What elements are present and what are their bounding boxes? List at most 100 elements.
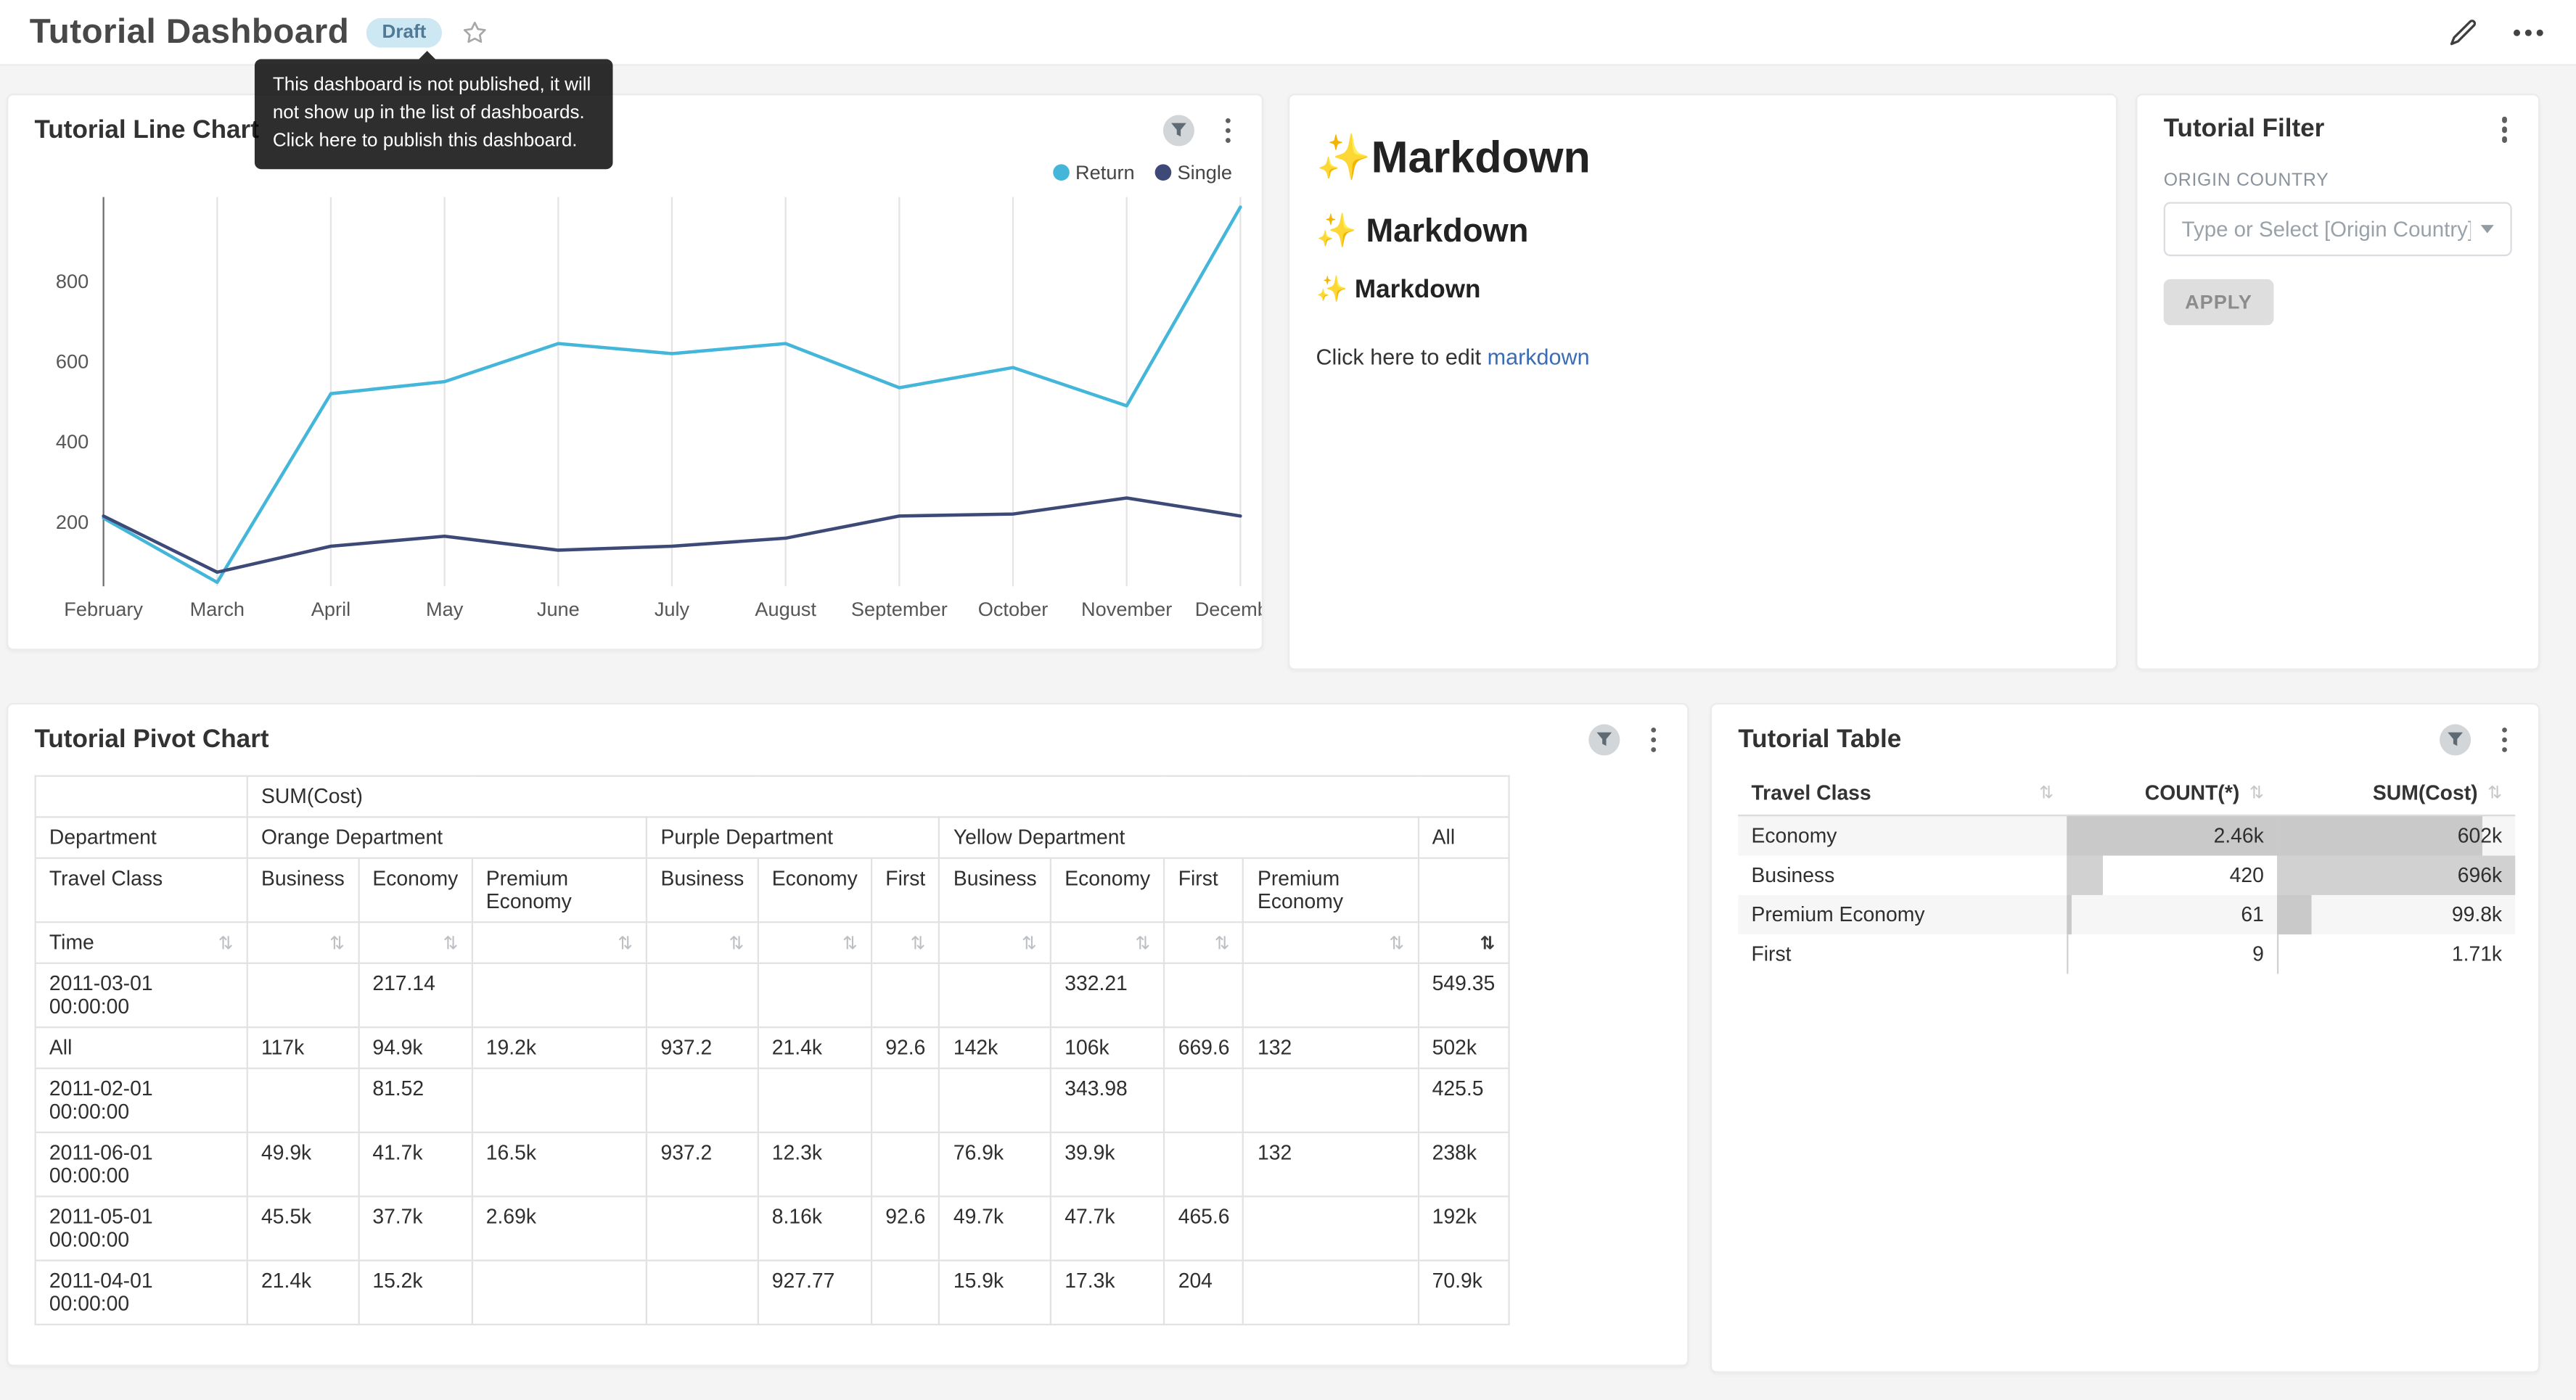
sort-icon[interactable]: ⇅ (1215, 934, 1230, 954)
kebab-menu-icon[interactable] (2501, 737, 2507, 743)
markdown-card[interactable]: ✨Markdown ✨ Markdown ✨ Markdown Click he… (1288, 94, 2117, 670)
sort-icon[interactable]: ⇅ (329, 934, 345, 954)
pivot-value-cell: 41.7k (358, 1132, 472, 1196)
sum-cell: 1.71k (2277, 934, 2515, 973)
favorite-star-icon[interactable] (462, 19, 488, 45)
pivot-value-cell (871, 1261, 940, 1325)
pivot-value-cell (647, 1261, 758, 1325)
pivot-class-label: Travel Class (36, 858, 247, 922)
table-row: Economy2.46k602k (1738, 815, 2515, 855)
pivot-value-cell: 39.9k (1051, 1132, 1164, 1196)
pivot-table: SUM(Cost)DepartmentOrange DepartmentPurp… (35, 775, 1510, 1325)
sort-icon[interactable]: ⇅ (2249, 783, 2264, 803)
pivot-value-cell (472, 1068, 647, 1132)
pivot-class-header: First (871, 858, 940, 922)
publish-tooltip: This dashboard is not published, it will… (255, 59, 613, 170)
pivot-value-cell (247, 1068, 358, 1132)
markdown-heading-3: ✨ Markdown (1316, 274, 2089, 305)
sort-icon[interactable]: ⇅ (618, 934, 633, 954)
pivot-value-cell (647, 963, 758, 1027)
pivot-value-cell: 204 (1164, 1261, 1243, 1325)
line-chart-svg: 200400600800FebruaryMarchAprilMayJuneJul… (8, 187, 1263, 634)
pivot-sort-cell: ⇅ (871, 922, 940, 963)
pivot-value-cell (940, 963, 1051, 1027)
sort-icon[interactable]: ⇅ (729, 934, 744, 954)
sort-icon[interactable]: ⇅ (911, 934, 926, 954)
pivot-value-cell: 142k (940, 1027, 1051, 1068)
travel-class-cell: Business (1738, 856, 2067, 895)
pivot-value-cell: 549.35 (1418, 963, 1509, 1027)
pivot-sort-cell: ⇅ (1164, 922, 1243, 963)
sort-icon[interactable]: ⇅ (1480, 934, 1495, 954)
svg-text:800: 800 (56, 270, 89, 292)
pivot-chart-card: Tutorial Pivot Chart SUM(Cost)Department… (7, 703, 1689, 1367)
sort-icon[interactable]: ⇅ (2039, 783, 2054, 803)
pivot-class-header: Business (247, 858, 358, 922)
pivot-value-cell: 92.6 (871, 1027, 940, 1068)
draft-status-badge[interactable]: Draft (366, 17, 443, 47)
markdown-edit-link[interactable]: markdown (1488, 345, 1590, 369)
column-header-sum[interactable]: SUM(Cost)⇅ (2277, 772, 2515, 815)
origin-country-select[interactable]: Type or Select [Origin Country] (2164, 202, 2512, 256)
result-table-head-row: Travel Class⇅ COUNT(*) ⇅ SUM(Cost)⇅ (1738, 772, 2515, 815)
sort-icon[interactable]: ⇅ (2487, 783, 2502, 803)
pivot-class-header: Economy (358, 858, 472, 922)
travel-class-cell: Economy (1738, 815, 2067, 855)
markdown-paragraph: Click here to edit markdown (1316, 345, 2089, 369)
svg-text:600: 600 (56, 350, 89, 373)
sort-icon[interactable]: ⇅ (218, 932, 234, 953)
filter-indicator-icon[interactable] (2439, 724, 2470, 755)
sort-icon[interactable]: ⇅ (1389, 934, 1404, 954)
pivot-class-header: Economy (1051, 858, 1164, 922)
pivot-value-cell: 217.14 (358, 963, 472, 1027)
sort-icon[interactable]: ⇅ (1022, 934, 1037, 954)
pivot-row-header: 2011-06-01 00:00:00 (36, 1132, 247, 1196)
pivot-value-cell: 70.9k (1418, 1261, 1509, 1325)
svg-text:September: September (851, 598, 948, 620)
pivot-value-cell: 94.9k (358, 1027, 472, 1068)
pivot-value-cell: 47.7k (1051, 1196, 1164, 1260)
apply-button[interactable]: APPLY (2164, 279, 2273, 325)
pivot-class-header: Business (647, 858, 758, 922)
markdown-paragraph-text: Click here to edit (1316, 345, 1487, 369)
column-header-travel-class[interactable]: Travel Class⇅ (1738, 772, 2067, 815)
column-header-count[interactable]: COUNT(*) ⇅ (2067, 772, 2277, 815)
markdown-heading-2: ✨ Markdown (1316, 210, 2089, 252)
legend-item-single[interactable]: Single (1154, 161, 1232, 184)
pivot-row-header: All (36, 1027, 247, 1068)
kebab-menu-icon[interactable] (2501, 127, 2507, 133)
kebab-menu-icon[interactable] (1650, 737, 1656, 743)
line-chart-card: Tutorial Line Chart ReturnSingle 2004006… (7, 94, 1263, 651)
pivot-value-cell (1164, 1068, 1243, 1132)
travel-class-cell: Premium Economy (1738, 895, 2067, 934)
sort-icon[interactable]: ⇅ (443, 934, 458, 954)
table-card-header: Tutorial Table (1712, 704, 2538, 762)
filter-indicator-icon[interactable] (1162, 115, 1194, 146)
kebab-menu-icon[interactable] (1225, 128, 1231, 133)
table-card-actions (2439, 724, 2515, 755)
pivot-value-cell: 425.5 (1418, 1068, 1509, 1132)
filter-card-body: ORIGIN COUNTRY Type or Select [Origin Co… (2138, 151, 2538, 338)
filter-card-title: Tutorial Filter (2164, 115, 2325, 144)
pivot-row-header: 2011-03-01 00:00:00 (36, 963, 247, 1027)
sort-icon[interactable]: ⇅ (842, 934, 858, 954)
more-menu-icon[interactable] (2525, 29, 2532, 36)
filter-card-actions (2493, 117, 2516, 142)
pivot-value-cell: 937.2 (647, 1027, 758, 1068)
edit-pencil-icon[interactable] (2448, 17, 2477, 47)
svg-text:April: April (311, 598, 350, 620)
table-row: Premium Economy6199.8k (1738, 895, 2515, 934)
column-label: COUNT(*) (2145, 782, 2240, 805)
pivot-value-cell: 21.4k (758, 1027, 871, 1068)
pivot-row-header: 2011-05-01 00:00:00 (36, 1196, 247, 1260)
filter-indicator-icon[interactable] (1588, 724, 1619, 755)
sort-icon[interactable]: ⇅ (1135, 934, 1150, 954)
pivot-sort-cell: ⇅ (940, 922, 1051, 963)
pivot-class-header (1418, 858, 1509, 922)
pivot-value-cell (871, 963, 940, 1027)
legend-item-return[interactable]: Return (1052, 161, 1134, 184)
pivot-value-cell (871, 1132, 940, 1196)
pivot-row: All117k94.9k19.2k937.221.4k92.6142k106k6… (36, 1027, 1509, 1068)
pivot-value-cell: 132 (1244, 1027, 1419, 1068)
pivot-value-cell: 192k (1418, 1196, 1509, 1260)
